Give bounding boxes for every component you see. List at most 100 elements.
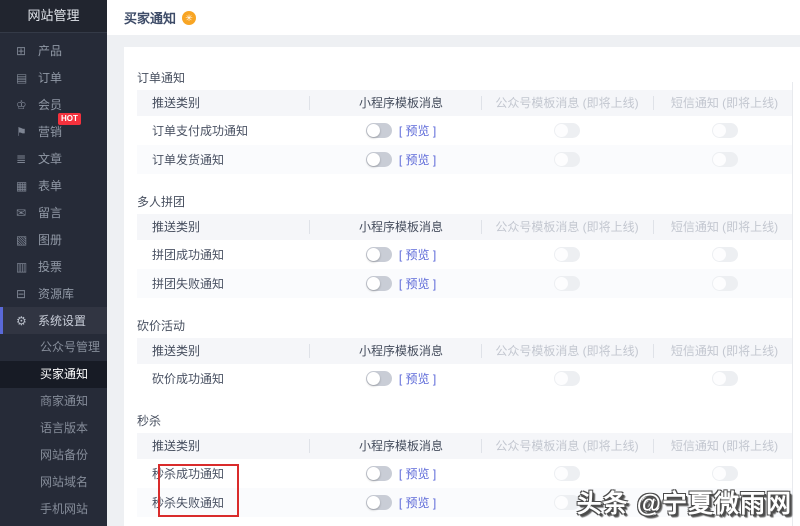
column-header-sms: 短信通知 (即将上线) bbox=[653, 214, 796, 240]
resource-library-icon: ⊟ bbox=[16, 286, 27, 301]
toggle-knob bbox=[712, 124, 726, 137]
column-header-sms: 短信通知 (即将上线) bbox=[653, 338, 796, 364]
toggle-knob bbox=[366, 496, 380, 509]
sms-toggle bbox=[711, 371, 738, 386]
miniprogram-toggle[interactable] bbox=[365, 276, 392, 291]
section-title-flashsale: 秒杀 bbox=[137, 414, 162, 428]
toggle-knob bbox=[555, 153, 568, 166]
marketing-icon: ⚑ bbox=[16, 124, 27, 139]
table-header-row: 推送类别 小程序模板消息 公众号模板消息 (即将上线) 短信通知 (即将上线) bbox=[137, 90, 796, 116]
sidebar-item-gallery[interactable]: ▧ 图册 bbox=[0, 226, 107, 253]
toggle-knob bbox=[712, 153, 726, 166]
settings-card: 订单通知 推送类别 小程序模板消息 公众号模板消息 (即将上线) 短信通知 (即… bbox=[124, 47, 800, 526]
preview-link[interactable]: [ 预览 ] bbox=[399, 370, 436, 387]
sidebar-item-label: 图册 bbox=[38, 233, 63, 247]
sidebar-item-system-settings[interactable]: ⚙ 系统设置 bbox=[0, 307, 107, 334]
sms-toggle bbox=[711, 247, 738, 262]
sidebar-item-products[interactable]: ⊞ 产品 bbox=[0, 37, 107, 64]
sidebar-item-resources[interactable]: ⊟ 资源库 bbox=[0, 280, 107, 307]
toggle-knob bbox=[712, 467, 726, 480]
section-title-groupbuy: 多人拼团 bbox=[137, 195, 186, 209]
section-title-order: 订单通知 bbox=[137, 71, 186, 85]
toggle-knob bbox=[555, 248, 568, 261]
sms-toggle bbox=[711, 276, 738, 291]
article-icon: ≣ bbox=[16, 151, 27, 166]
hot-badge: HOT bbox=[58, 113, 81, 125]
column-header-miniprogram: 小程序模板消息 bbox=[309, 433, 481, 459]
column-header-miniprogram: 小程序模板消息 bbox=[309, 90, 481, 116]
sidebar-item-label: 营销 bbox=[38, 125, 63, 139]
sidebar-item-votes[interactable]: ▥ 投票 bbox=[0, 253, 107, 280]
sidebar-item-articles[interactable]: ≣ 文章 bbox=[0, 145, 107, 172]
message-bubble-icon: ✉ bbox=[16, 205, 27, 220]
sidebar-subitem-site-domain[interactable]: 网站域名 bbox=[0, 469, 107, 496]
preview-link[interactable]: [ 预览 ] bbox=[399, 246, 436, 263]
sidebar-item-label: 留言 bbox=[38, 206, 63, 220]
order-notification-table: 推送类别 小程序模板消息 公众号模板消息 (即将上线) 短信通知 (即将上线) … bbox=[137, 90, 796, 174]
official-account-toggle bbox=[554, 152, 580, 167]
preview-link[interactable]: [ 预览 ] bbox=[399, 151, 436, 168]
miniprogram-toggle[interactable] bbox=[365, 466, 392, 481]
member-crown-icon: ♔ bbox=[16, 97, 27, 112]
row-label: 秒杀失败通知 bbox=[152, 496, 225, 510]
sidebar-item-orders[interactable]: ▤ 订单 bbox=[0, 64, 107, 91]
toggle-knob bbox=[555, 496, 568, 509]
toggle-knob bbox=[366, 153, 380, 166]
miniprogram-toggle[interactable] bbox=[365, 495, 392, 510]
preview-link[interactable]: [ 预览 ] bbox=[399, 275, 436, 292]
products-grid-icon: ⊞ bbox=[16, 43, 27, 58]
toggle-knob bbox=[366, 277, 380, 290]
sidebar-item-members[interactable]: ♔ 会员 bbox=[0, 91, 107, 118]
sidebar-subitem-mobile-site[interactable]: 手机网站 bbox=[0, 496, 107, 523]
column-header-official-account: 公众号模板消息 (即将上线) bbox=[481, 433, 653, 459]
toggle-knob bbox=[366, 467, 380, 480]
column-header-category: 推送类别 bbox=[152, 220, 201, 234]
miniprogram-toggle[interactable] bbox=[365, 371, 392, 386]
toggle-knob bbox=[555, 372, 568, 385]
official-account-toggle bbox=[554, 247, 580, 262]
scrollbar-track[interactable] bbox=[792, 82, 800, 526]
sidebar-item-label: 会员 bbox=[38, 98, 63, 112]
sidebar-item-label: 系统设置 bbox=[38, 314, 87, 328]
preview-link[interactable]: [ 预览 ] bbox=[399, 465, 436, 482]
sidebar-subitem-buyer-notification[interactable]: 买家通知 bbox=[0, 361, 107, 388]
app-window: 网站管理 ⊞ 产品 ▤ 订单 ♔ 会员 ⚑ 营销 HOT ≣ 文章 ▦ 表单 ✉… bbox=[0, 0, 800, 526]
miniprogram-toggle[interactable] bbox=[365, 123, 392, 138]
sidebar-subitem-merchant-notification[interactable]: 商家通知 bbox=[0, 388, 107, 415]
official-account-toggle bbox=[554, 466, 580, 481]
table-row: 订单发货通知 [ 预览 ] bbox=[137, 145, 796, 174]
official-account-toggle bbox=[554, 371, 580, 386]
gallery-image-icon: ▧ bbox=[16, 232, 28, 247]
page-header: 买家通知 ✳ bbox=[107, 0, 800, 35]
miniprogram-toggle[interactable] bbox=[365, 152, 392, 167]
preview-link[interactable]: [ 预览 ] bbox=[399, 494, 436, 511]
preview-link[interactable]: [ 预览 ] bbox=[399, 122, 436, 139]
column-header-category: 推送类别 bbox=[152, 439, 201, 453]
sidebar-subitem-site-backup[interactable]: 网站备份 bbox=[0, 442, 107, 469]
section-title-bargain: 砍价活动 bbox=[137, 319, 186, 333]
table-header-row: 推送类别 小程序模板消息 公众号模板消息 (即将上线) 短信通知 (即将上线) bbox=[137, 338, 796, 364]
row-label: 秒杀成功通知 bbox=[152, 467, 225, 481]
promo-badge-icon[interactable]: ✳ bbox=[182, 10, 197, 25]
table-row: 拼团失败通知 [ 预览 ] bbox=[137, 269, 796, 298]
miniprogram-toggle[interactable] bbox=[365, 247, 392, 262]
sms-toggle bbox=[711, 152, 738, 167]
sms-toggle bbox=[711, 466, 738, 481]
sidebar-item-forms[interactable]: ▦ 表单 bbox=[0, 172, 107, 199]
content-area: 订单通知 推送类别 小程序模板消息 公众号模板消息 (即将上线) 短信通知 (即… bbox=[107, 35, 800, 526]
table-row: 订单支付成功通知 [ 预览 ] bbox=[137, 116, 796, 145]
row-label: 订单支付成功通知 bbox=[152, 124, 249, 138]
sidebar-item-label: 订单 bbox=[38, 71, 63, 85]
column-header-category: 推送类别 bbox=[152, 344, 201, 358]
official-account-toggle bbox=[554, 123, 580, 138]
toggle-knob bbox=[712, 277, 726, 290]
column-header-miniprogram: 小程序模板消息 bbox=[309, 338, 481, 364]
sidebar-subitem-official-account[interactable]: 公众号管理 bbox=[0, 334, 107, 361]
sidebar-item-label: 表单 bbox=[38, 179, 63, 193]
column-header-category: 推送类别 bbox=[152, 96, 201, 110]
watermark: 头条 @宁夏微雨网 bbox=[576, 490, 792, 518]
sidebar-subitem-language-version[interactable]: 语言版本 bbox=[0, 415, 107, 442]
sidebar-item-marketing[interactable]: ⚑ 营销 HOT bbox=[0, 113, 107, 145]
table-row: 拼团成功通知 [ 预览 ] bbox=[137, 240, 796, 269]
sidebar-item-messages[interactable]: ✉ 留言 bbox=[0, 199, 107, 226]
